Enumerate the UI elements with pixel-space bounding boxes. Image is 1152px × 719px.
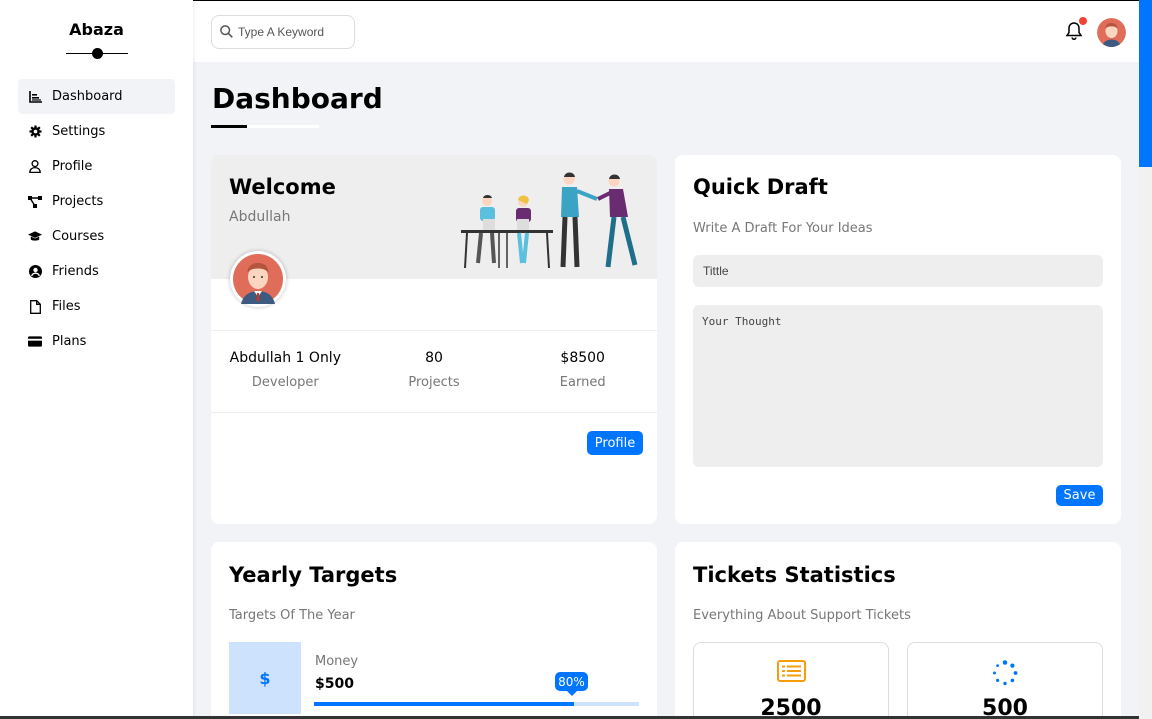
target-progress-bar <box>314 702 639 706</box>
stat-value: Abdullah 1 Only <box>229 350 341 366</box>
user-icon <box>28 160 42 174</box>
list-icon <box>694 660 888 688</box>
brand-name: Abaza <box>69 20 124 39</box>
graduation-cap-icon <box>28 230 42 244</box>
sidebar-item-label: Dashboard <box>52 89 123 104</box>
sidebar-item-label: Plans <box>52 334 87 349</box>
user-circle-icon <box>28 265 42 279</box>
sidebar-item-label: Files <box>52 299 81 314</box>
scrollbar-thumb[interactable] <box>1139 0 1152 167</box>
notification-button[interactable] <box>1065 17 1087 45</box>
search-input[interactable] <box>238 25 348 39</box>
chart-icon <box>28 90 42 104</box>
draft-title-input[interactable] <box>693 255 1103 287</box>
brand-divider <box>65 47 128 59</box>
target-name: Money <box>315 654 359 669</box>
stat-earned: $8500 Earned <box>508 331 657 412</box>
team-illustration <box>459 171 644 275</box>
draft-body-textarea[interactable] <box>693 305 1103 467</box>
stat-label: Earned <box>559 375 606 390</box>
sidebar-item-projects[interactable]: Projects <box>18 184 175 219</box>
gear-icon <box>28 125 42 139</box>
stat-developer: Abdullah 1 Only Developer <box>211 331 360 412</box>
ticket-stat-box: 2500 <box>693 642 889 719</box>
quick-draft-card: Quick Draft Write A Draft For Your Ideas… <box>675 155 1121 524</box>
search-box[interactable] <box>211 15 355 49</box>
targets-title: Yearly Targets <box>229 563 398 587</box>
target-amount: $500 <box>315 676 354 692</box>
sidebar-item-dashboard[interactable]: Dashboard <box>18 79 175 114</box>
search-icon <box>220 23 233 42</box>
file-icon <box>28 299 42 314</box>
sidebar-item-label: Settings <box>52 124 106 139</box>
stat-label: Developer <box>251 375 319 390</box>
tickets-statistics-card: Tickets Statistics Everything About Supp… <box>675 542 1121 719</box>
credit-card-icon <box>28 335 42 349</box>
top-header <box>193 0 1139 62</box>
spinner-icon <box>908 660 1102 688</box>
sidebar-item-courses[interactable]: Courses <box>18 219 175 254</box>
sidebar-item-label: Profile <box>52 159 93 174</box>
page-title: Dashboard <box>212 82 383 115</box>
save-button[interactable]: Save <box>1056 485 1103 506</box>
sidebar-item-label: Projects <box>52 194 104 209</box>
sidebar-item-profile[interactable]: Profile <box>18 149 175 184</box>
sidebar-nav: Dashboard Settings Profile Projects Cour… <box>0 79 193 359</box>
sidebar: Abaza Dashboard Settings Profile Project… <box>0 0 193 719</box>
welcome-name: Abdullah <box>229 209 291 225</box>
welcome-card: Welcome Abdullah Abdullah 1 Only Develop… <box>211 155 657 524</box>
progress-badge: 80% <box>555 672 588 696</box>
progress-fill <box>314 702 574 706</box>
notification-dot <box>1079 17 1087 25</box>
yearly-targets-card: Yearly Targets Targets Of The Year $ Mon… <box>211 542 657 719</box>
dollar-icon: $ <box>229 642 301 714</box>
draft-subtitle: Write A Draft For Your Ideas <box>693 221 873 236</box>
sidebar-item-settings[interactable]: Settings <box>18 114 175 149</box>
avatar[interactable] <box>1097 18 1126 47</box>
ticket-stat-box: 500 <box>907 642 1103 719</box>
sidebar-item-plans[interactable]: Plans <box>18 324 175 359</box>
welcome-avatar <box>230 251 286 307</box>
diagram-icon <box>28 195 42 209</box>
tickets-title: Tickets Statistics <box>693 563 896 587</box>
sidebar-item-friends[interactable]: Friends <box>18 254 175 289</box>
draft-title: Quick Draft <box>693 175 828 199</box>
stat-projects: 80 Projects <box>360 331 509 412</box>
bell-icon <box>1065 22 1083 45</box>
stat-value: 80 <box>425 350 443 366</box>
tickets-subtitle: Everything About Support Tickets <box>693 608 911 623</box>
welcome-title: Welcome <box>229 175 336 199</box>
targets-subtitle: Targets Of The Year <box>229 608 355 623</box>
stat-value: $8500 <box>560 350 605 366</box>
profile-button[interactable]: Profile <box>587 431 643 455</box>
title-underline-accent <box>211 125 247 128</box>
sidebar-item-label: Courses <box>52 229 105 244</box>
sidebar-item-label: Friends <box>52 264 99 279</box>
welcome-stats: Abdullah 1 Only Developer 80 Projects $8… <box>211 330 657 413</box>
stat-label: Projects <box>408 375 460 390</box>
sidebar-item-files[interactable]: Files <box>18 289 175 324</box>
